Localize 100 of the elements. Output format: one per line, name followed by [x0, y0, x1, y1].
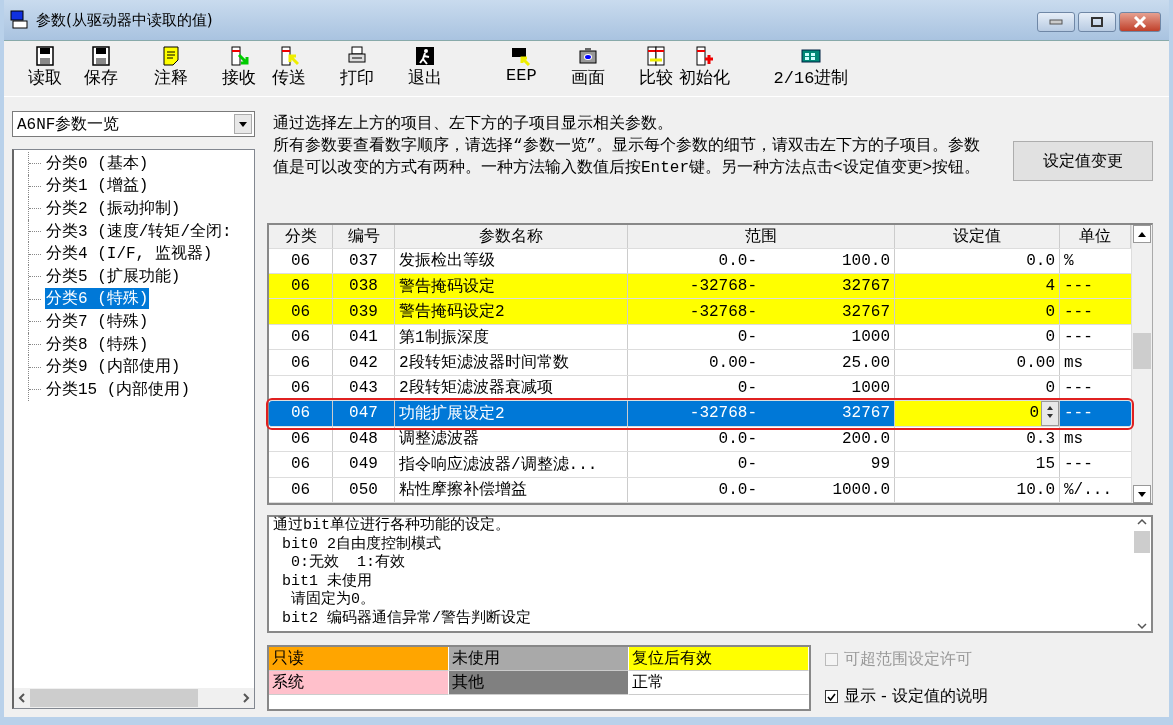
toolbar-button[interactable]: EEP — [504, 41, 539, 85]
table-cell: 0.0 — [895, 248, 1060, 273]
table-row[interactable]: 06 042 2段转矩滤波器时间常数 0.00- 25.00 0.00 ms — [269, 350, 1131, 376]
table-cell: 06 — [269, 452, 333, 477]
table-cell: 32767 — [761, 274, 895, 299]
tree-item[interactable]: 分类9 (内部使用) — [45, 356, 182, 378]
toolbar-button[interactable]: 注释 — [152, 41, 190, 89]
toolbar-button[interactable]: 传送 — [270, 41, 308, 89]
minimize-icon — [1049, 19, 1063, 25]
table-cell-text: 0- — [736, 327, 758, 349]
scrollbar-thumb[interactable] — [1133, 333, 1151, 369]
scroll-right-icon[interactable] — [242, 693, 250, 703]
scrollbar-thumb[interactable] — [1134, 531, 1150, 553]
tree-item[interactable]: 分类3 (速度/转矩/全闭: — [45, 220, 233, 242]
scrollbar-thumb[interactable] — [30, 689, 198, 707]
column-header[interactable]: 编号 — [333, 225, 395, 248]
table-cell-text: --- — [1063, 377, 1094, 399]
toolbar-button[interactable]: 比较 — [636, 41, 675, 89]
tree-item[interactable]: 分类15 (内部使用) — [45, 378, 191, 400]
table-cell: 042 — [333, 350, 395, 375]
running-figure-icon — [415, 46, 435, 66]
table-cell-text: ms — [1063, 352, 1085, 374]
table-cell: 32767 — [761, 299, 895, 324]
table-cell: 039 — [333, 299, 395, 324]
column-header[interactable]: 范围 — [628, 225, 895, 248]
table-cell: 2段转矩滤波器时间常数 — [395, 350, 628, 375]
tree-item[interactable]: 分类7 (特殊) — [45, 310, 150, 332]
description-line: bit1 未使用 — [281, 572, 373, 590]
maximize-icon — [1090, 16, 1104, 28]
table-cell: 4 — [895, 274, 1060, 299]
table-cell: 指令响应滤波器/调整滤... — [395, 452, 628, 477]
table-cell: 041 — [333, 324, 395, 350]
toolbar-button[interactable]: 初始化 — [676, 41, 732, 89]
toolbar-button[interactable]: 画面 — [568, 41, 607, 89]
table-cell: 06 — [269, 299, 333, 324]
scroll-up-button[interactable] — [1133, 225, 1151, 243]
down-arrow-icon — [1138, 491, 1146, 497]
description-line: 请固定为0。 — [290, 591, 376, 609]
description-line: 通过bit单位进行各种功能的设定。 — [273, 517, 511, 535]
table-row[interactable]: 06 047 功能扩展设定2 -32768- 32767 0 --- — [269, 401, 1131, 427]
table-row[interactable]: 06 038 警告掩码设定 -32768- 32767 4 --- — [269, 274, 1131, 300]
scroll-down-button[interactable] — [1133, 485, 1151, 503]
legend-item: 其他 — [449, 671, 629, 695]
value-field[interactable]: 0 — [895, 401, 1041, 426]
scroll-down-icon[interactable] — [1136, 621, 1148, 631]
table-cell: 警告掩码设定2 — [395, 299, 628, 324]
table-row[interactable]: 06 048 调整滤波器 0.0- 200.0 0.3 ms — [269, 426, 1131, 453]
column-header[interactable]: 参数名称 — [395, 225, 628, 248]
table-cell: 06 — [269, 426, 333, 452]
legend-item: 系统 — [269, 671, 449, 695]
table-cell-text: -32768- — [688, 403, 758, 425]
table-row[interactable]: 06 050 粘性摩擦补偿增益 0.0- 1000.0 10.0 %/... — [269, 477, 1131, 503]
column-header[interactable]: 设定值 — [895, 225, 1060, 248]
toolbar-button[interactable]: 打印 — [338, 41, 376, 89]
tree-item[interactable]: 分类1 (增益) — [45, 175, 150, 197]
table-cell-text: 0.0- — [717, 428, 758, 450]
checkbox[interactable] — [825, 690, 838, 703]
toolbar-button[interactable]: 保存 — [82, 41, 120, 89]
table-cell: 功能扩展设定2 — [395, 401, 628, 426]
instruction-text: 通过选择左上方的项目、左下方的子项目显示相关参数。 — [273, 113, 674, 135]
table-cell: 调整滤波器 — [395, 426, 628, 452]
window-title: 参数(从驱动器中读取的值) — [36, 10, 214, 30]
toolbar-button[interactable]: 接收 — [220, 41, 258, 89]
table-cell-text: -32768- — [688, 301, 758, 323]
checkbox-label: 显示 - 设定值的说明 — [844, 686, 988, 707]
instruction-text: 所有参数要查看数字顺序，请选择“参数一览”。显示每个参数的细节，请双击左下方的子项目。参数值是可以改变的方式有两种。一种方法输入数值后按Enter键。另一种方法点击<设定值变更>按钮。 — [273, 135, 982, 179]
description-line: bit0 2自由度控制模式 — [281, 535, 442, 554]
change-value-button[interactable]: 设定值变更 — [1013, 141, 1153, 181]
table-cell-text: % — [1063, 250, 1075, 272]
table-row[interactable]: 06 039 警告掩码设定2 -32768- 32767 0 --- — [269, 299, 1131, 325]
table-cell-text: %/... — [1063, 479, 1113, 501]
table-row[interactable]: 06 049 指令响应滤波器/调整滤... 0- 99 15 --- — [269, 452, 1131, 478]
table-cell: 0 — [895, 324, 1060, 350]
tree-item[interactable]: 分类4 (I/F, 监视器) — [45, 243, 214, 265]
category-dropdown[interactable]: A6NF参数一览 — [12, 111, 255, 137]
close-button[interactable] — [1119, 12, 1161, 32]
table-cell-text: --- — [1063, 276, 1094, 298]
description-line: 0:无效 1:有效 — [290, 554, 406, 572]
legend-item: 正常 — [629, 671, 809, 695]
tree-item[interactable]: 分类5 (扩展功能) — [45, 265, 182, 287]
dropdown-arrow-icon — [239, 121, 247, 127]
toolbar-button[interactable]: 退出 — [406, 41, 444, 89]
scroll-up-icon[interactable] — [1136, 517, 1148, 527]
maximize-button[interactable] — [1078, 12, 1116, 32]
tree-item[interactable]: 分类0 (基本) — [45, 152, 150, 174]
table-cell: 038 — [333, 274, 395, 299]
column-header[interactable]: 分类 — [269, 225, 333, 248]
tree-item[interactable]: 分类6 (特殊) — [45, 288, 150, 310]
scroll-left-icon[interactable] — [18, 693, 26, 703]
table-cell: 警告掩码设定 — [395, 274, 628, 299]
description-line: bit2 编码器通信异常/警告判断设定 — [281, 609, 532, 629]
tree-item[interactable]: 分类8 (特殊) — [45, 333, 150, 355]
spin-button[interactable] — [1041, 401, 1059, 426]
table-cell: 06 — [269, 324, 333, 350]
table-row[interactable]: 06 041 第1制振深度 0- 1000 0 --- — [269, 324, 1131, 351]
legend-item: 复位后有效 — [629, 647, 809, 671]
tree-item[interactable]: 分类2 (振动抑制) — [45, 198, 182, 219]
table-cell: 06 — [269, 350, 333, 375]
toolbar-button[interactable]: 读取 — [26, 41, 64, 89]
toolbar-button[interactable]: 2/16进制 — [771, 41, 851, 89]
